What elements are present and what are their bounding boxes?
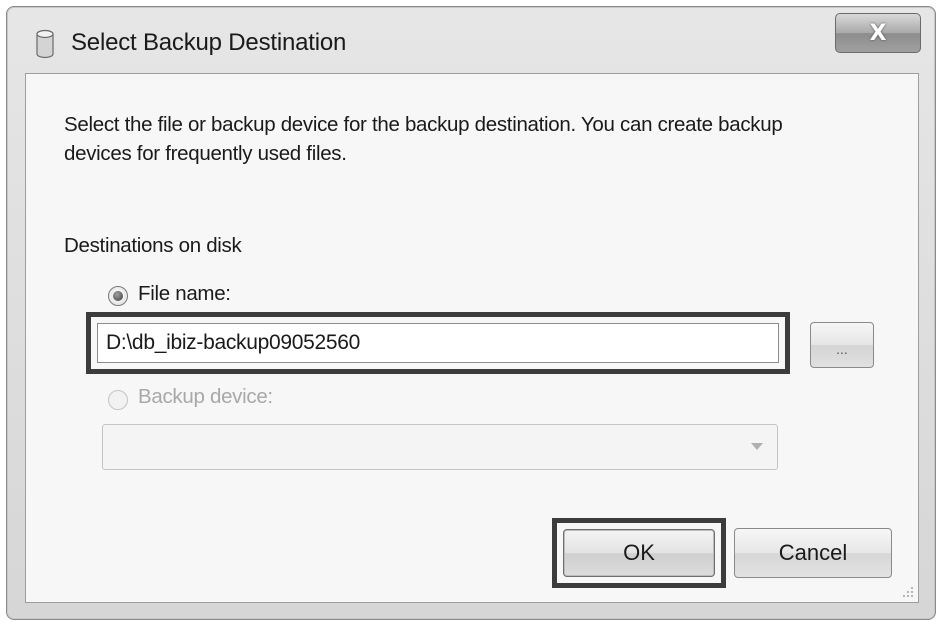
backup-device-radio[interactable] <box>108 390 128 410</box>
database-icon <box>36 29 54 59</box>
close-icon: X <box>869 20 887 46</box>
cancel-button[interactable]: Cancel <box>734 528 892 578</box>
dialog-body: Select the file or backup device for the… <box>25 73 919 603</box>
title-bar: Select Backup Destination X <box>7 7 935 71</box>
description-text: Select the file or backup device for the… <box>64 113 783 165</box>
backup-device-dropdown[interactable] <box>102 424 778 470</box>
file-name-input[interactable] <box>97 323 779 363</box>
destinations-group-label: Destinations on disk <box>64 234 242 257</box>
select-backup-destination-dialog: Select Backup Destination X Select the f… <box>6 6 936 620</box>
chevron-down-icon <box>751 443 763 450</box>
window-title: Select Backup Destination <box>71 29 347 56</box>
ok-button[interactable]: OK <box>563 529 715 577</box>
file-name-label[interactable]: File name: <box>138 282 231 306</box>
ok-highlight-frame: OK <box>552 518 726 588</box>
file-name-radio[interactable] <box>108 286 128 306</box>
browse-button[interactable]: ... <box>810 322 874 368</box>
backup-device-label[interactable]: Backup device: <box>138 385 273 409</box>
resize-grip-icon[interactable] <box>900 584 914 598</box>
close-button[interactable]: X <box>835 13 921 53</box>
file-name-highlight-frame <box>86 312 790 374</box>
